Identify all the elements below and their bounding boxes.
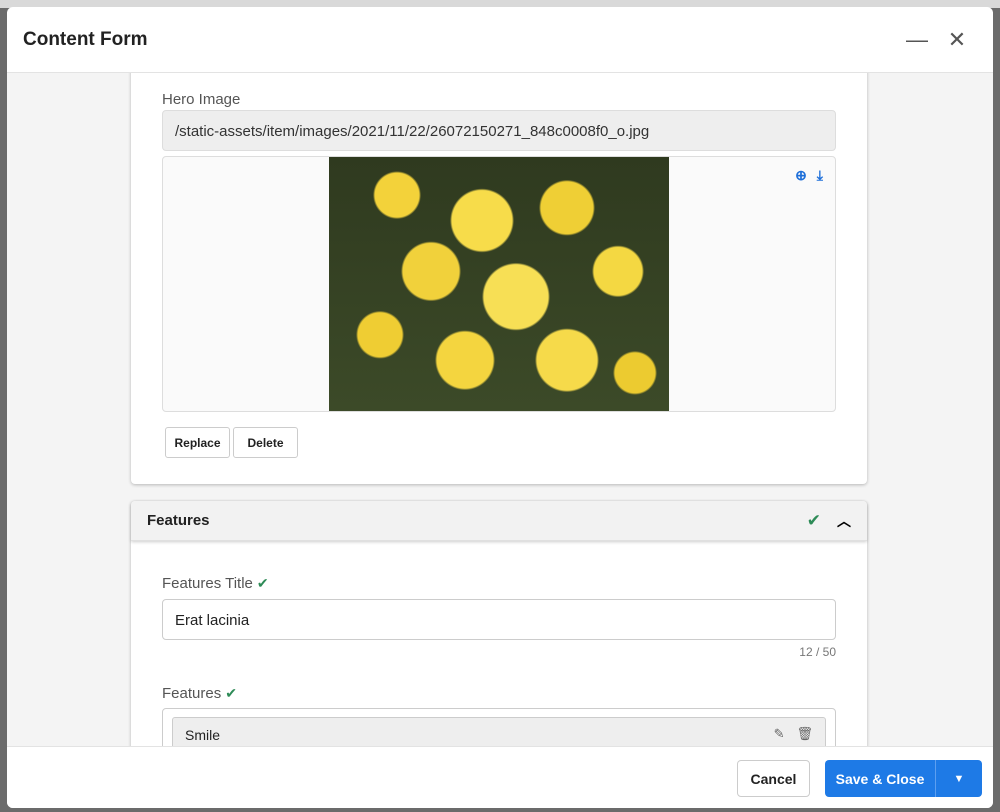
features-section-header[interactable]: Features ✔ ︿: [131, 501, 867, 541]
form-body[interactable]: Hero Image /static-assets/item/images/20…: [7, 73, 993, 746]
features-title-input[interactable]: Erat lacinia: [162, 599, 836, 640]
save-close-button[interactable]: Save & Close: [825, 760, 936, 797]
minimize-icon: —: [906, 26, 928, 52]
caret-down-icon: ▼: [953, 772, 965, 785]
chevron-up-icon[interactable]: ︿: [837, 511, 851, 531]
zoom-in-icon[interactable]: ⊕: [795, 167, 807, 184]
download-icon[interactable]: ⤓: [817, 167, 823, 184]
content-form-dialog: Content Form — ✕ Hero Image /static-asse…: [7, 7, 993, 808]
dialog-footer: Cancel Save & Close ▼: [7, 746, 993, 808]
trash-icon[interactable]: 🗑: [796, 726, 813, 742]
replace-button[interactable]: Replace: [165, 427, 230, 458]
save-close-split-button: Save & Close ▼: [825, 760, 982, 797]
save-options-dropdown[interactable]: ▼: [936, 760, 982, 797]
hero-image-path: /static-assets/item/images/2021/11/22/26…: [162, 110, 836, 151]
char-counter: 12 / 50: [799, 645, 836, 659]
dialog-header: Content Form — ✕: [7, 7, 993, 73]
cancel-button[interactable]: Cancel: [737, 760, 810, 797]
image-preview: ⊕ ⤓: [162, 156, 836, 412]
list-item-label: Smile: [185, 727, 221, 743]
section-title: Features: [147, 512, 210, 529]
close-icon: ✕: [947, 26, 967, 52]
hero-image-label: Hero Image: [162, 91, 241, 108]
check-icon: ✔: [806, 510, 821, 530]
close-button[interactable]: ✕: [937, 20, 977, 60]
delete-button[interactable]: Delete: [233, 427, 298, 458]
features-list: Smile ✎ 🗑: [162, 708, 836, 746]
daffodil-image: [329, 157, 669, 411]
check-icon: ✔: [225, 685, 237, 701]
minimize-button[interactable]: —: [897, 20, 937, 60]
check-icon: ✔: [256, 575, 269, 591]
hero-image-card: Hero Image /static-assets/item/images/20…: [131, 73, 867, 484]
features-label: Features: [162, 685, 222, 702]
dialog-title: Content Form: [23, 28, 148, 50]
pencil-icon[interactable]: ✎: [774, 726, 785, 742]
list-item[interactable]: Smile ✎ 🗑: [172, 717, 826, 746]
features-title-label: Features Title: [162, 575, 253, 592]
